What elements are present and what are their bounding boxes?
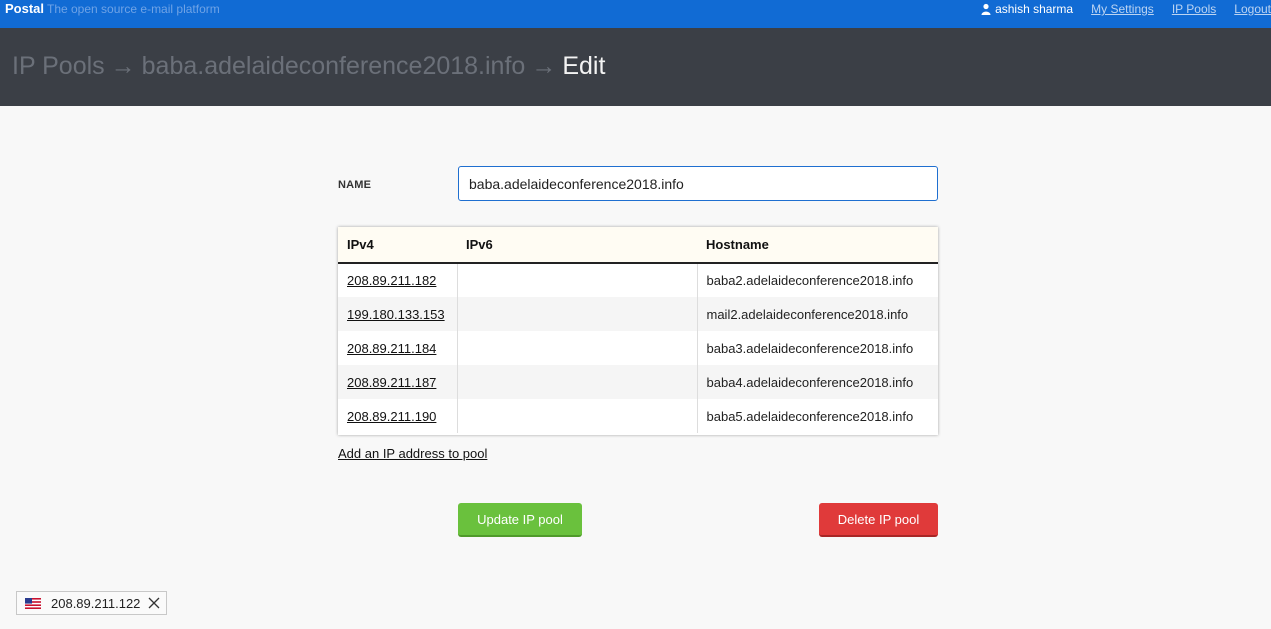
hostname-cell: baba5.adelaideconference2018.info [706,408,914,424]
delete-ip-pool-button[interactable]: Delete IP pool [819,503,938,537]
table-row: 199.180.133.153 mail2.adelaideconference… [338,297,938,331]
name-input[interactable] [458,166,938,201]
app-brand[interactable]: Postal [5,1,44,16]
ipv4-link[interactable]: 199.180.133.153 [347,307,445,322]
table-row: 208.89.211.187 baba4.adelaideconference2… [338,365,938,399]
table-row: 208.89.211.182 baba2.adelaideconference2… [338,263,938,297]
ipv6-cell [457,331,698,365]
breadcrumb: IP Pools → baba.adelaideconference2018.inf… [12,52,605,81]
add-ip-address-link[interactable]: Add an IP address to pool [338,446,487,461]
my-settings-link[interactable]: My Settings [1091,2,1154,16]
ipv6-cell [457,365,698,399]
breadcrumb-ip-pools[interactable]: IP Pools [12,52,105,80]
table-header-row: IPv4 IPv6 Hostname [338,227,938,264]
breadcrumb-separator: → [110,52,136,80]
update-ip-pool-button[interactable]: Update IP pool [458,503,582,537]
ipv6-cell [457,263,698,297]
name-label: NAME [338,179,372,191]
ipv4-link[interactable]: 208.89.211.182 [347,273,436,288]
table-row: 208.89.211.190 baba5.adelaideconference2… [338,399,938,433]
breadcrumb-current: Edit [562,52,606,80]
ipv4-link[interactable]: 208.89.211.187 [347,375,436,390]
breadcrumb-separator: → [531,52,557,80]
hostname-cell: baba4.adelaideconference2018.info [706,374,914,390]
column-header-ipv4: IPv4 [338,227,457,264]
breadcrumb-pool-name[interactable]: baba.adelaideconference2018.info [142,52,526,80]
table-row: 208.89.211.184 baba3.adelaideconference2… [338,331,938,365]
ip-addresses-table: IPv4 IPv6 Hostname 208.89.211.182 baba2.… [338,227,938,435]
user-menu: ashish sharma My Settings IP Pools Logou… [980,2,1271,16]
app-tagline: The open source e-mail platform [47,2,220,16]
hostname-cell: baba2.adelaideconference2018.info [706,273,914,288]
ip-pools-link[interactable]: IP Pools [1172,2,1216,16]
ipv4-link[interactable]: 208.89.211.190 [347,409,436,424]
user-icon [981,3,991,15]
hostname-cell: baba3.adelaideconference2018.info [706,340,914,356]
page-header: IP Pools → baba.adelaideconference2018.inf… [0,28,1271,106]
top-navigation-bar: Postal The open source e-mail platform a… [0,0,1271,28]
close-icon[interactable] [148,597,160,609]
ipv6-cell [457,297,698,331]
column-header-ipv6: IPv6 [457,227,697,264]
logout-link[interactable]: Logout [1234,2,1271,16]
current-ip-text: 208.89.211.122 [51,595,141,611]
ipv4-link[interactable]: 208.89.211.184 [347,341,436,356]
column-header-hostname: Hostname [697,227,938,264]
ipv6-cell [457,399,698,433]
hostname-cell: mail2.adelaideconference2018.info [706,306,909,322]
us-flag-icon [25,597,41,609]
user-name: ashish sharma [995,2,1074,16]
ip-location-widget: 208.89.211.122 [16,591,167,615]
